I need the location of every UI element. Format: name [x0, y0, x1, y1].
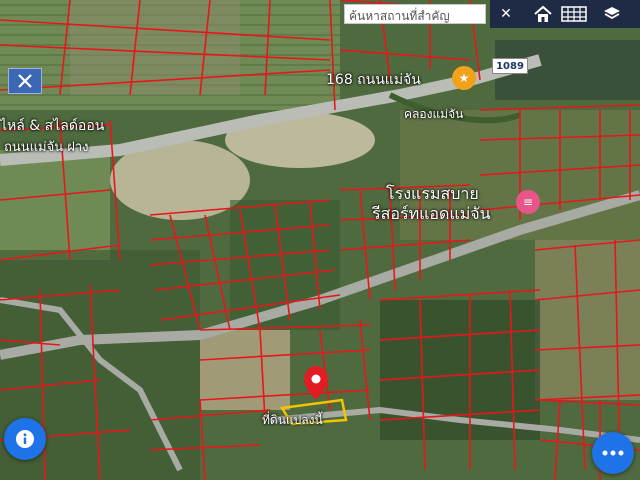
- measure-tool-button[interactable]: [8, 68, 42, 94]
- search-input[interactable]: [345, 7, 485, 25]
- satellite-map[interactable]: [0, 0, 640, 480]
- table-button[interactable]: [560, 4, 588, 24]
- layers-button[interactable]: [600, 4, 624, 24]
- close-icon: ✕: [500, 6, 512, 22]
- info-icon: [16, 430, 34, 448]
- crossed-tools-icon: [18, 74, 32, 88]
- info-button[interactable]: [4, 418, 46, 460]
- hotel-label-line1: โรงแรมสบาย: [386, 184, 479, 203]
- layers-icon: [604, 7, 620, 20]
- plot-label: ที่ดินแปลงนี้: [262, 413, 323, 427]
- field-area: [0, 150, 110, 260]
- map-view[interactable]: ✕ 168 ถนนแม่จัน ไหล์ & สไลด์ออน ถนนแม่จั…: [0, 0, 640, 480]
- road-label-mae-chan: ถนนแม่จัน ฝาง: [4, 140, 89, 155]
- store-icon: ★: [458, 71, 470, 85]
- table-icon: [561, 6, 587, 22]
- store-poi-pin[interactable]: ★: [452, 66, 476, 90]
- hotel-poi-pin[interactable]: ≡: [516, 190, 540, 214]
- home-icon: [534, 5, 552, 22]
- shop-label: ไหล์ & สไลด์ออน: [0, 118, 105, 134]
- road-number-badge: 1089: [492, 58, 528, 74]
- bed-icon: ≡: [522, 195, 534, 209]
- more-dots-icon: [602, 450, 624, 456]
- close-button[interactable]: ✕: [496, 4, 516, 24]
- road-label-168: 168 ถนนแม่จัน: [326, 72, 421, 88]
- field-area: [535, 240, 640, 400]
- more-button[interactable]: [592, 432, 634, 474]
- home-button[interactable]: [532, 4, 554, 24]
- search-box[interactable]: [344, 4, 486, 25]
- canal-label: คลองแม่จัน: [404, 107, 464, 121]
- hotel-label-line2: รีสอร์ทแอดแม่จัน: [372, 204, 491, 223]
